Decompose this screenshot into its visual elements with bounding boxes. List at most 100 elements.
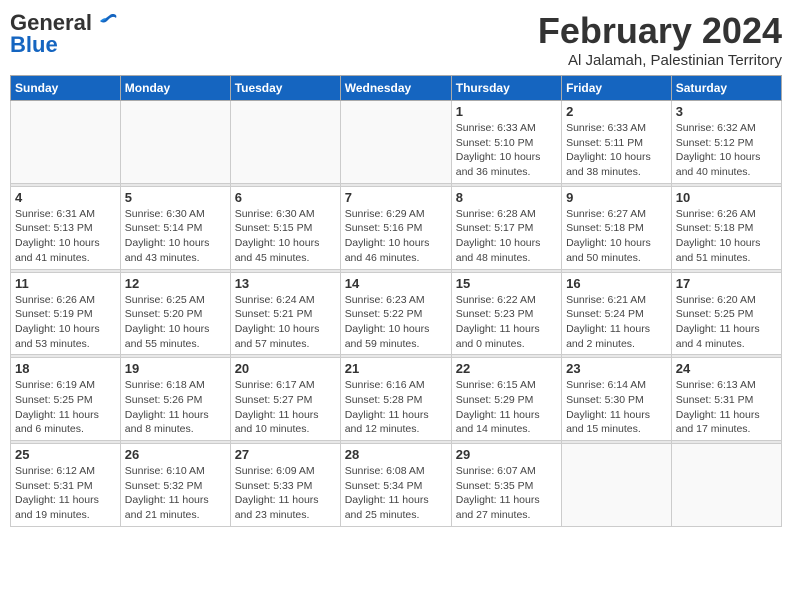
day-info: Sunrise: 6:27 AM Sunset: 5:18 PM Dayligh… xyxy=(566,207,667,266)
day-info: Sunrise: 6:25 AM Sunset: 5:20 PM Dayligh… xyxy=(125,293,226,352)
calendar-cell xyxy=(11,101,121,184)
calendar-cell xyxy=(562,444,672,527)
day-info: Sunrise: 6:28 AM Sunset: 5:17 PM Dayligh… xyxy=(456,207,557,266)
day-number: 3 xyxy=(676,104,777,119)
day-number: 22 xyxy=(456,361,557,376)
day-number: 24 xyxy=(676,361,777,376)
calendar-cell xyxy=(340,101,451,184)
calendar-cell: 17 Sunrise: 6:20 AM Sunset: 5:25 PM Dayli… xyxy=(671,272,781,355)
day-number: 20 xyxy=(235,361,336,376)
calendar-cell: 16Sunrise: 6:21 AM Sunset: 5:24 PM Dayli… xyxy=(562,272,672,355)
calendar-header-row: SundayMondayTuesdayWednesdayThursdayFrid… xyxy=(11,76,782,101)
day-number: 7 xyxy=(345,190,447,205)
calendar-cell: 3 Sunrise: 6:32 AM Sunset: 5:12 PM Daylig… xyxy=(671,101,781,184)
day-info: Sunrise: 6:19 AM Sunset: 5:25 PM Dayligh… xyxy=(15,378,116,437)
calendar-cell: 18 Sunrise: 6:19 AM Sunset: 5:25 PM Dayli… xyxy=(11,358,121,441)
day-info: Sunrise: 6:14 AM Sunset: 5:30 PM Dayligh… xyxy=(566,378,667,437)
day-info: Sunrise: 6:33 AM Sunset: 5:10 PM Dayligh… xyxy=(456,121,557,180)
day-info: Sunrise: 6:16 AM Sunset: 5:28 PM Dayligh… xyxy=(345,378,447,437)
month-year-title: February 2024 xyxy=(538,10,782,52)
day-info: Sunrise: 6:26 AM Sunset: 5:18 PM Dayligh… xyxy=(676,207,777,266)
calendar-cell: 25 Sunrise: 6:12 AM Sunset: 5:31 PM Dayli… xyxy=(11,444,121,527)
day-number: 28 xyxy=(345,447,447,462)
calendar-table: SundayMondayTuesdayWednesdayThursdayFrid… xyxy=(10,75,782,527)
calendar-cell: 26 Sunrise: 6:10 AM Sunset: 5:32 PM Dayli… xyxy=(120,444,230,527)
logo: General Blue xyxy=(10,10,118,58)
day-number: 1 xyxy=(456,104,557,119)
calendar-cell xyxy=(120,101,230,184)
day-number: 9 xyxy=(566,190,667,205)
day-number: 29 xyxy=(456,447,557,462)
logo-bird-icon xyxy=(96,13,118,33)
day-info: Sunrise: 6:18 AM Sunset: 5:26 PM Dayligh… xyxy=(125,378,226,437)
calendar-cell: 12Sunrise: 6:25 AM Sunset: 5:20 PM Dayli… xyxy=(120,272,230,355)
calendar-cell: 1 Sunrise: 6:33 AM Sunset: 5:10 PM Daylig… xyxy=(451,101,561,184)
day-number: 6 xyxy=(235,190,336,205)
calendar-week-row: 4Sunrise: 6:31 AM Sunset: 5:13 PM Daylig… xyxy=(11,186,782,269)
day-number: 8 xyxy=(456,190,557,205)
title-area: February 2024 Al Jalamah, Palestinian Te… xyxy=(538,10,782,69)
calendar-cell: 28 Sunrise: 6:08 AM Sunset: 5:34 PM Dayli… xyxy=(340,444,451,527)
day-number: 15 xyxy=(456,276,557,291)
day-number: 19 xyxy=(125,361,226,376)
calendar-cell: 14 Sunrise: 6:23 AM Sunset: 5:22 PM Dayli… xyxy=(340,272,451,355)
column-header-wednesday: Wednesday xyxy=(340,76,451,101)
calendar-cell: 22 Sunrise: 6:15 AM Sunset: 5:29 PM Dayli… xyxy=(451,358,561,441)
calendar-cell: 9 Sunrise: 6:27 AM Sunset: 5:18 PM Daylig… xyxy=(562,186,672,269)
day-info: Sunrise: 6:24 AM Sunset: 5:21 PM Dayligh… xyxy=(235,293,336,352)
day-number: 13 xyxy=(235,276,336,291)
day-number: 11 xyxy=(15,276,116,291)
calendar-cell: 2Sunrise: 6:33 AM Sunset: 5:11 PM Daylig… xyxy=(562,101,672,184)
calendar-cell: 20 Sunrise: 6:17 AM Sunset: 5:27 PM Dayli… xyxy=(230,358,340,441)
page-header: General Blue February 2024 Al Jalamah, P… xyxy=(10,10,782,69)
day-number: 26 xyxy=(125,447,226,462)
calendar-cell: 11Sunrise: 6:26 AM Sunset: 5:19 PM Dayli… xyxy=(11,272,121,355)
location-subtitle: Al Jalamah, Palestinian Territory xyxy=(538,52,782,69)
day-number: 10 xyxy=(676,190,777,205)
day-number: 27 xyxy=(235,447,336,462)
day-info: Sunrise: 6:20 AM Sunset: 5:25 PM Dayligh… xyxy=(676,293,777,352)
calendar-cell: 13 Sunrise: 6:24 AM Sunset: 5:21 PM Dayli… xyxy=(230,272,340,355)
day-info: Sunrise: 6:08 AM Sunset: 5:34 PM Dayligh… xyxy=(345,464,447,523)
day-info: Sunrise: 6:07 AM Sunset: 5:35 PM Dayligh… xyxy=(456,464,557,523)
calendar-cell: 23Sunrise: 6:14 AM Sunset: 5:30 PM Dayli… xyxy=(562,358,672,441)
day-info: Sunrise: 6:32 AM Sunset: 5:12 PM Dayligh… xyxy=(676,121,777,180)
calendar-cell: 15 Sunrise: 6:22 AM Sunset: 5:23 PM Dayli… xyxy=(451,272,561,355)
calendar-cell: 10 Sunrise: 6:26 AM Sunset: 5:18 PM Dayli… xyxy=(671,186,781,269)
calendar-cell: 7 Sunrise: 6:29 AM Sunset: 5:16 PM Daylig… xyxy=(340,186,451,269)
day-info: Sunrise: 6:31 AM Sunset: 5:13 PM Dayligh… xyxy=(15,207,116,266)
day-info: Sunrise: 6:10 AM Sunset: 5:32 PM Dayligh… xyxy=(125,464,226,523)
logo-blue: Blue xyxy=(10,32,58,58)
column-header-monday: Monday xyxy=(120,76,230,101)
day-number: 21 xyxy=(345,361,447,376)
column-header-thursday: Thursday xyxy=(451,76,561,101)
day-info: Sunrise: 6:12 AM Sunset: 5:31 PM Dayligh… xyxy=(15,464,116,523)
calendar-cell: 27Sunrise: 6:09 AM Sunset: 5:33 PM Dayli… xyxy=(230,444,340,527)
day-info: Sunrise: 6:21 AM Sunset: 5:24 PM Dayligh… xyxy=(566,293,667,352)
day-info: Sunrise: 6:23 AM Sunset: 5:22 PM Dayligh… xyxy=(345,293,447,352)
calendar-week-row: 25 Sunrise: 6:12 AM Sunset: 5:31 PM Dayli… xyxy=(11,444,782,527)
calendar-week-row: 1 Sunrise: 6:33 AM Sunset: 5:10 PM Daylig… xyxy=(11,101,782,184)
calendar-cell: 21 Sunrise: 6:16 AM Sunset: 5:28 PM Dayli… xyxy=(340,358,451,441)
day-number: 25 xyxy=(15,447,116,462)
day-number: 18 xyxy=(15,361,116,376)
calendar-cell xyxy=(671,444,781,527)
day-info: Sunrise: 6:30 AM Sunset: 5:15 PM Dayligh… xyxy=(235,207,336,266)
day-info: Sunrise: 6:13 AM Sunset: 5:31 PM Dayligh… xyxy=(676,378,777,437)
column-header-sunday: Sunday xyxy=(11,76,121,101)
calendar-cell xyxy=(230,101,340,184)
calendar-week-row: 18 Sunrise: 6:19 AM Sunset: 5:25 PM Dayli… xyxy=(11,358,782,441)
day-number: 14 xyxy=(345,276,447,291)
day-info: Sunrise: 6:15 AM Sunset: 5:29 PM Dayligh… xyxy=(456,378,557,437)
calendar-cell: 19 Sunrise: 6:18 AM Sunset: 5:26 PM Dayli… xyxy=(120,358,230,441)
day-number: 17 xyxy=(676,276,777,291)
day-info: Sunrise: 6:29 AM Sunset: 5:16 PM Dayligh… xyxy=(345,207,447,266)
calendar-cell: 24 Sunrise: 6:13 AM Sunset: 5:31 PM Dayli… xyxy=(671,358,781,441)
calendar-week-row: 11Sunrise: 6:26 AM Sunset: 5:19 PM Dayli… xyxy=(11,272,782,355)
day-info: Sunrise: 6:17 AM Sunset: 5:27 PM Dayligh… xyxy=(235,378,336,437)
day-info: Sunrise: 6:30 AM Sunset: 5:14 PM Dayligh… xyxy=(125,207,226,266)
day-number: 5 xyxy=(125,190,226,205)
column-header-friday: Friday xyxy=(562,76,672,101)
day-info: Sunrise: 6:33 AM Sunset: 5:11 PM Dayligh… xyxy=(566,121,667,180)
day-info: Sunrise: 6:22 AM Sunset: 5:23 PM Dayligh… xyxy=(456,293,557,352)
